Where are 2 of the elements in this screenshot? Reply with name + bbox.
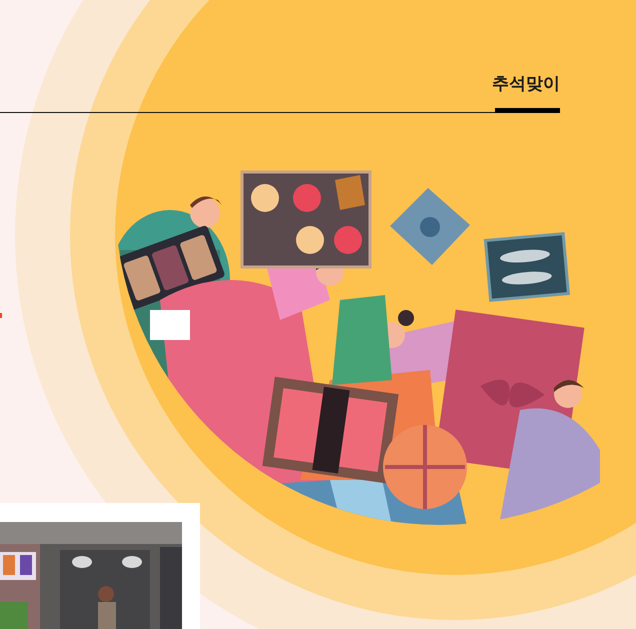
- marker-icon: [0, 313, 2, 318]
- section-title: 추석맞이: [491, 73, 560, 95]
